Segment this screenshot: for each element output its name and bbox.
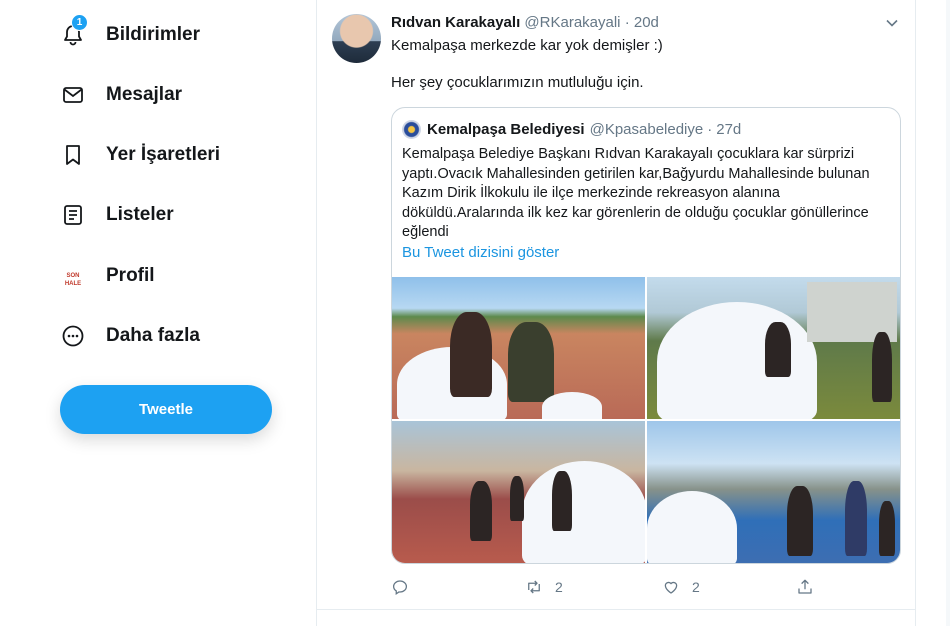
photo-3[interactable]: [392, 421, 645, 563]
nav-item-bookmarks[interactable]: Yer İşaretleri: [60, 135, 220, 175]
quoted-author-name: Kemalpaşa Belediyesi: [427, 120, 585, 138]
tweet[interactable]: Rıdvan Karakayalı @RKarakayali · 20d Kem…: [317, 0, 915, 610]
photo-4[interactable]: [647, 421, 900, 563]
like-count: 2: [692, 579, 700, 595]
photo-grid: [392, 277, 900, 563]
quoted-time: 27d: [716, 120, 742, 138]
tweet-header: Rıdvan Karakayalı @RKarakayali · 20d: [391, 14, 659, 32]
profile-avatar: SON HALE: [60, 263, 86, 289]
reply-icon: [392, 580, 408, 595]
more-circle-icon: [60, 323, 86, 349]
quoted-text: Kemalpaşa Belediye Başkanı Rıdvan Karaka…: [402, 146, 870, 240]
bell-icon: 1: [60, 14, 88, 48]
separator-dot: ·: [624, 14, 630, 31]
profile-logo: SON HALE: [64, 273, 82, 287]
author-handle[interactable]: @RKarakayali: [524, 14, 620, 31]
author-name[interactable]: Rıdvan Karakayalı: [391, 14, 520, 31]
timeline: Rıdvan Karakayalı @RKarakayali · 20d Kem…: [316, 0, 916, 626]
nav-label-more: Daha fazla: [106, 325, 200, 346]
tweet-time[interactable]: 20d: [634, 14, 659, 31]
retweet-icon: [528, 580, 540, 594]
nav-item-notifications[interactable]: 1 Bildirimler: [60, 14, 200, 55]
nav-item-lists[interactable]: Listeler: [60, 195, 174, 235]
quoted-author-handle: @Kpasabelediye: [589, 120, 704, 138]
nav-label-messages: Mesajlar: [106, 84, 183, 105]
retweet-count: 2: [555, 579, 563, 595]
list-icon: [60, 202, 86, 228]
right-panel-edge: [946, 0, 950, 626]
chevron-down-icon[interactable]: [885, 16, 899, 30]
quoted-separator-dot: ·: [707, 120, 713, 138]
retweet-button[interactable]: 2: [525, 577, 563, 597]
like-button[interactable]: 2: [662, 577, 700, 597]
nav-label-lists: Listeler: [106, 204, 174, 225]
nav-item-messages[interactable]: Mesajlar: [60, 75, 182, 115]
nav-label-bookmarks: Yer İşaretleri: [106, 144, 221, 165]
photo-2[interactable]: [647, 277, 900, 419]
tweet-button[interactable]: Tweetle: [60, 385, 272, 434]
quoted-tweet[interactable]: Kemalpaşa Belediyesi @Kpasabelediye · 27…: [391, 107, 901, 564]
show-thread-link[interactable]: Bu Tweet dizisini göster: [402, 244, 559, 261]
author-avatar[interactable]: [332, 14, 381, 63]
nav-label-notifications: Bildirimler: [106, 24, 200, 45]
photo-1[interactable]: [392, 277, 645, 419]
share-button[interactable]: [796, 577, 814, 597]
nav-item-profile[interactable]: SON HALE Profil: [60, 256, 155, 296]
mail-icon: [60, 82, 86, 108]
nav-item-more[interactable]: Daha fazla: [60, 316, 200, 356]
heart-icon: [664, 581, 678, 594]
bookmark-icon: [60, 142, 86, 168]
reply-button[interactable]: [391, 577, 421, 597]
sidebar-nav: 1 Bildirimler Mesajlar Yer İşaretleri Li…: [0, 0, 316, 626]
tweet-text-line1: Kemalpaşa merkezde kar yok demişler :): [391, 37, 663, 54]
nav-label-profile: Profil: [106, 265, 155, 286]
notification-badge: 1: [71, 14, 88, 31]
quoted-author-avatar: [402, 120, 421, 139]
quoted-header: Kemalpaşa Belediyesi @Kpasabelediye · 27…: [402, 120, 741, 139]
tweet-text-line2: Her şey çocuklarımızın mutluluğu için.: [391, 74, 644, 91]
share-icon: [798, 579, 812, 594]
